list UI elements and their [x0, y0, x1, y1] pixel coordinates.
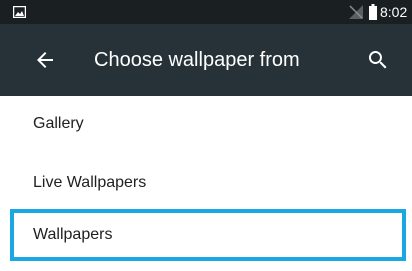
list-item-label: Wallpapers	[33, 226, 113, 243]
arrow-left-icon[interactable]	[33, 48, 57, 72]
no-signal-icon	[349, 5, 363, 19]
battery-icon	[369, 4, 377, 20]
list-item-live-wallpapers[interactable]: Live Wallpapers	[0, 155, 412, 211]
list-item-gallery[interactable]: Gallery	[0, 96, 412, 152]
list-item-label: Live Wallpapers	[33, 174, 147, 191]
page-title: Choose wallpaper from	[94, 49, 300, 71]
list-item-label: Gallery	[33, 115, 84, 132]
app-toolbar: Choose wallpaper from	[0, 24, 412, 96]
list-item-wallpapers[interactable]: Wallpapers	[10, 209, 406, 261]
status-time: 8:02	[380, 4, 408, 20]
search-icon[interactable]	[366, 48, 390, 72]
gallery-icon	[13, 6, 26, 18]
status-bar: 8:02	[0, 0, 412, 24]
wallpaper-source-list: Gallery Live Wallpapers Wallpapers	[0, 96, 412, 271]
